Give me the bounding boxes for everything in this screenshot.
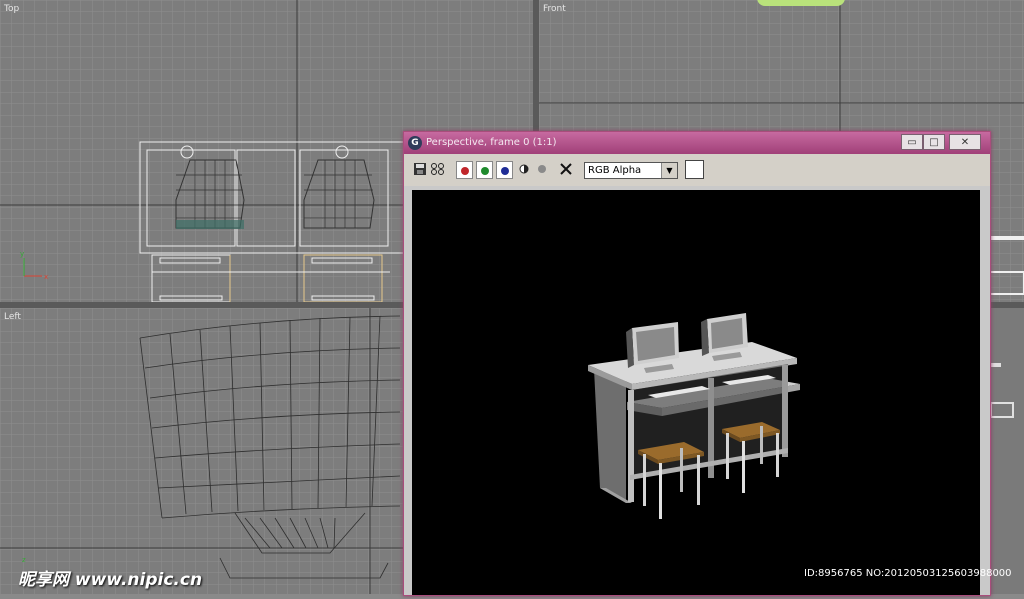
monochrome-icon[interactable] (516, 162, 532, 178)
rendered-desk-scene (588, 313, 800, 519)
save-icon[interactable] (412, 162, 428, 178)
alpha-channel-icon[interactable] (534, 162, 550, 178)
rendered-frame-window[interactable]: G Perspective, frame 0 (1:1) ▭ □ ✕ RGB A… (403, 131, 991, 596)
watermark-brand: 昵享网 www.nipic.cn (18, 570, 203, 590)
clear-icon[interactable] (558, 162, 574, 178)
channel-select-value: RGB Alpha (588, 165, 642, 176)
close-button[interactable]: ✕ (949, 134, 981, 150)
perspective-viewport[interactable] (989, 308, 1024, 594)
green-channel-button[interactable] (476, 161, 493, 179)
clone-icon[interactable] (430, 162, 446, 178)
green-channel-icon (481, 167, 489, 175)
red-channel-icon (461, 167, 469, 175)
watermark-id: ID:8956765 NO:20120503125603988000 (804, 568, 1012, 579)
app-icon: G (408, 136, 422, 150)
viewport-label-front[interactable]: Front (543, 4, 566, 14)
channel-select[interactable]: RGB Alpha ▼ (584, 162, 678, 179)
minimize-button[interactable]: ▭ (901, 134, 923, 150)
chevron-down-icon[interactable]: ▼ (661, 163, 677, 178)
perspective-viewport-grid (990, 363, 1014, 418)
viewport-label-top[interactable]: Top (4, 4, 19, 14)
maximize-button[interactable]: □ (923, 134, 945, 150)
window-title: Perspective, frame 0 (1:1) (426, 137, 557, 148)
window-title-bar[interactable]: G Perspective, frame 0 (1:1) ▭ □ ✕ (404, 132, 990, 154)
render-toolbar: RGB Alpha ▼ (404, 154, 990, 186)
blue-channel-button[interactable] (496, 161, 513, 179)
render-canvas (412, 190, 980, 595)
color-swatch[interactable] (685, 160, 704, 179)
svg-text:y: y (20, 250, 24, 258)
viewport-label-left[interactable]: Left (4, 312, 21, 322)
red-channel-button[interactable] (456, 161, 473, 179)
svg-text:x: x (44, 273, 48, 281)
svg-text:z: z (22, 556, 26, 564)
blue-channel-icon (501, 167, 509, 175)
green-indicator (757, 0, 845, 6)
